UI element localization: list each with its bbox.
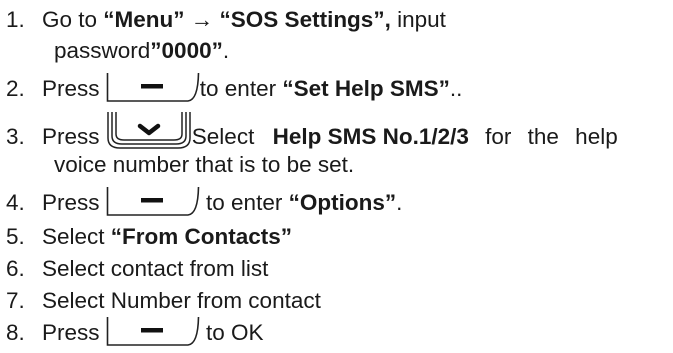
step-4: 4. Press to enter “Options”.	[6, 187, 403, 219]
menu-item: “From Contacts”	[110, 224, 293, 249]
step-number: 5.	[6, 224, 25, 249]
step-number: 8.	[6, 320, 25, 345]
step-number: 7.	[6, 288, 25, 313]
step-text: password	[54, 38, 151, 63]
step-text: Select Number from contact	[42, 288, 321, 313]
step-number: 1.	[6, 7, 25, 32]
menu-item: Help SMS No.1/2/3	[272, 123, 469, 149]
step-text: Go to	[42, 7, 104, 32]
menu-path: “Menu” → “SOS Settings”,	[103, 7, 391, 32]
softkey-minus-icon	[106, 187, 200, 216]
step-text: .	[396, 190, 403, 215]
step-2: 2. Press to enter “Set Help SMS”..	[6, 73, 463, 105]
softkey-minus-icon	[106, 73, 200, 102]
step-text: Press	[42, 190, 100, 215]
step-number: 3.	[6, 123, 25, 149]
step-number: 6.	[6, 256, 25, 281]
step-5: 5. Select “From Contacts”	[6, 222, 292, 252]
step-text: ..	[449, 76, 463, 101]
step-text: to OK	[199, 320, 264, 345]
password-value: ”0000”	[150, 38, 223, 63]
step-text: to enter	[199, 190, 289, 215]
step-text: Select	[191, 123, 261, 149]
step-text: for the help	[468, 123, 618, 149]
menu-item: “Options”	[288, 190, 397, 215]
step-3-continued: voice number that is to be set.	[54, 150, 354, 180]
step-text: .	[222, 38, 230, 63]
step-text: Select	[42, 224, 111, 249]
step-text: Press	[42, 123, 100, 149]
step-number: 4.	[6, 190, 25, 215]
step-1: 1. Go to “Menu” → “SOS Settings”, input	[6, 5, 446, 35]
step-8: 8. Press to OK	[6, 317, 264, 349]
step-number: 2.	[6, 76, 25, 101]
nav-down-key-icon	[107, 112, 191, 149]
step-6: 6. Select contact from list	[6, 254, 268, 284]
step-text: Select contact from list	[42, 256, 269, 281]
step-text: Press	[42, 320, 100, 345]
step-text: to enter	[199, 76, 283, 101]
softkey-minus-icon	[106, 317, 200, 346]
step-1-continued: password”0000”.	[54, 36, 229, 66]
step-text: voice number that is to be set.	[54, 152, 355, 177]
menu-item: “Set Help SMS”	[282, 76, 450, 101]
step-7: 7. Select Number from contact	[6, 286, 321, 316]
step-text: input	[390, 7, 446, 32]
step-text: Press	[42, 76, 100, 101]
